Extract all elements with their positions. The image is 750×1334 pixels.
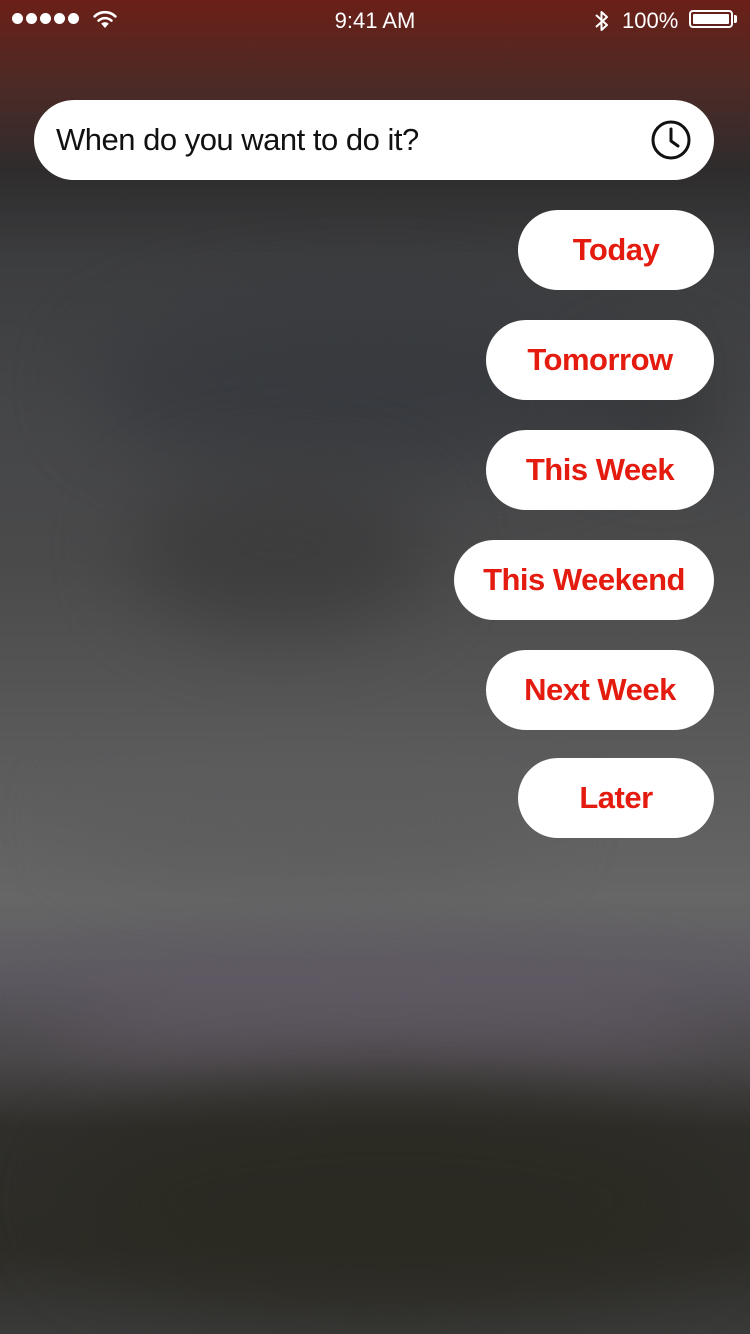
clock-icon	[651, 120, 691, 160]
prompt-text: When do you want to do it?	[56, 122, 419, 157]
battery-percent: 100%	[622, 8, 679, 33]
option-this-week-button[interactable]: This Week	[486, 430, 714, 510]
bluetooth-icon	[595, 11, 608, 31]
option-this-weekend-button[interactable]: This Weekend	[454, 540, 714, 620]
battery-tip	[734, 15, 737, 23]
option-next-week-button[interactable]: Next Week	[486, 650, 714, 730]
when-prompt-field: When do you want to do it?	[34, 100, 714, 180]
status-bar: 9:41 AM 100%	[0, 0, 750, 40]
option-later-button[interactable]: Later	[518, 758, 714, 838]
option-today-button[interactable]: Today	[518, 210, 714, 290]
option-tomorrow-button[interactable]: Tomorrow	[486, 320, 714, 400]
battery-icon	[689, 10, 733, 28]
